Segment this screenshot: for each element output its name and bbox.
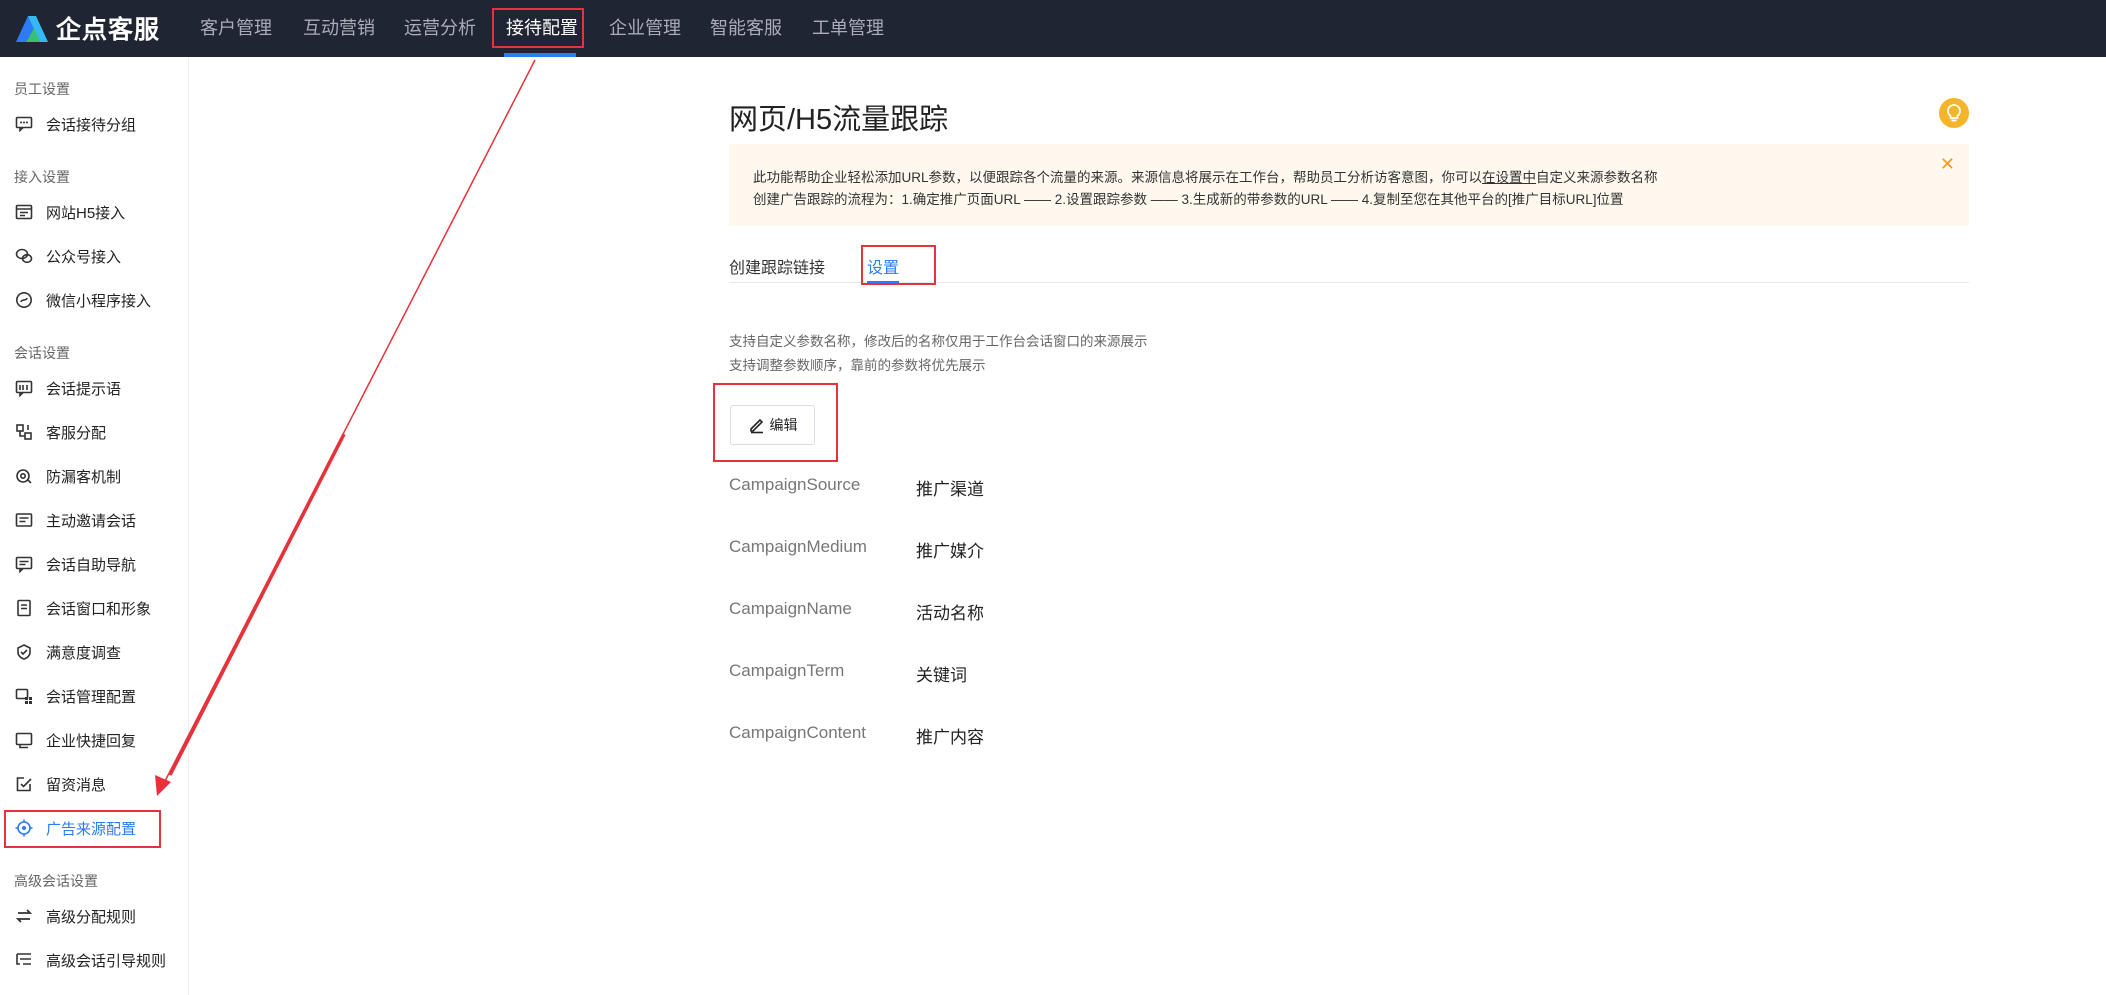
window-icon: [14, 598, 34, 618]
sidebar-item-label: 会话自助导航: [46, 556, 137, 574]
sidebar-item-label: 会话窗口和形象: [46, 600, 152, 618]
sidebar-item-quick-reply[interactable]: 企业快捷回复: [0, 722, 189, 758]
sidebar-item-label: 主动邀请会话: [46, 512, 137, 530]
sidebar-item-label: 会话管理配置: [46, 688, 137, 706]
group-title-staff: 员工设置: [14, 81, 70, 97]
quick-reply-icon: [14, 730, 34, 750]
annotation-box-nav: [492, 8, 584, 48]
settings-description-1: 支持自定义参数名称，修改后的名称仅用于工作台会话窗口的来源展示: [729, 334, 1148, 349]
sidebar-item-miniprogram[interactable]: 微信小程序接入: [0, 282, 189, 318]
param-key: CampaignTerm: [729, 661, 845, 680]
sidebar-item-label: 会话提示语: [46, 380, 122, 398]
sidebar-item-label: 高级分配规则: [46, 908, 137, 926]
sidebar-item-advanced-distribution[interactable]: 高级分配规则: [0, 898, 189, 934]
sidebar: 员工设置 会话接待分组 接入设置 网站H5接入 公众号接入 微信小程序接入 会话…: [0, 57, 189, 995]
nav-ticket-management[interactable]: 工单管理: [812, 0, 884, 57]
notice-line-1: 此功能帮助企业轻松添加URL参数，以便跟踪各个流量的来源。来源信息将展示在工作台…: [753, 166, 1658, 186]
tab-create-tracking-link[interactable]: 创建跟踪链接: [729, 254, 825, 278]
sidebar-item-self-navigation[interactable]: 会话自助导航: [0, 546, 189, 582]
sidebar-item-guard[interactable]: 防漏客机制: [0, 458, 189, 494]
nav-enterprise-management[interactable]: 企业管理: [609, 0, 681, 57]
sidebar-item-lead-message[interactable]: 留资消息: [0, 766, 189, 802]
nav-interactive-marketing[interactable]: 互动营销: [303, 0, 375, 57]
param-key: CampaignName: [729, 599, 852, 618]
chat-group-icon: [14, 114, 34, 134]
survey-icon: [14, 642, 34, 662]
annotation-box-sidebar: [4, 810, 161, 848]
guard-icon: [14, 466, 34, 486]
nav-smart-service[interactable]: 智能客服: [710, 0, 782, 57]
swap-icon: [14, 906, 34, 926]
sidebar-item-survey[interactable]: 满意度调查: [0, 634, 189, 670]
notice-text: 此功能帮助企业轻松添加URL参数，以便跟踪各个流量的来源。来源信息将展示在工作台…: [753, 170, 1483, 185]
top-navigation-bar: 企点客服 客户管理 互动营销 运营分析 接待配置 企业管理 智能客服 工单管理: [0, 0, 2106, 57]
active-nav-indicator: [504, 53, 576, 57]
sidebar-item-advanced-guide[interactable]: 高级会话引导规则: [0, 942, 189, 978]
app-logo[interactable]: 企点客服: [14, 12, 160, 44]
sidebar-item-label: 留资消息: [46, 776, 107, 794]
annotation-box-edit: [713, 383, 838, 462]
group-title-access: 接入设置: [14, 169, 70, 185]
message-icon: [14, 774, 34, 794]
sidebar-item-distribute[interactable]: 客服分配: [0, 414, 189, 450]
invite-icon: [14, 510, 34, 530]
sidebar-item-label: 防漏客机制: [46, 468, 122, 486]
prompt-icon: [14, 378, 34, 398]
group-title-session: 会话设置: [14, 345, 70, 361]
param-value: 推广渠道: [916, 480, 984, 499]
lightbulb-icon[interactable]: [1939, 98, 1969, 128]
notice-text: 自定义来源参数名称: [1536, 170, 1658, 185]
web-icon: [14, 202, 34, 222]
nav-customer-management[interactable]: 客户管理: [200, 0, 272, 57]
settings-link[interactable]: 在设置中: [1482, 170, 1536, 185]
sidebar-item-label: 公众号接入: [46, 248, 122, 266]
param-value: 推广内容: [916, 728, 984, 747]
param-key: CampaignSource: [729, 475, 861, 494]
sidebar-item-label: 客服分配: [46, 424, 107, 442]
sidebar-item-web-h5[interactable]: 网站H5接入: [0, 194, 189, 230]
app-name: 企点客服: [56, 16, 161, 44]
guide-icon: [14, 950, 34, 970]
sidebar-item-label: 企业快捷回复: [46, 732, 137, 750]
wechat-icon: [14, 246, 34, 266]
sidebar-item-label: 网站H5接入: [46, 204, 126, 222]
notice-banner: 此功能帮助企业轻松添加URL参数，以便跟踪各个流量的来源。来源信息将展示在工作台…: [729, 144, 1969, 226]
sidebar-item-label: 微信小程序接入: [46, 292, 152, 310]
param-key: CampaignMedium: [729, 537, 867, 556]
sidebar-item-wechat-official[interactable]: 公众号接入: [0, 238, 189, 274]
page-title: 网页/H5流量跟踪: [729, 104, 949, 136]
param-value: 关键词: [916, 666, 967, 685]
sidebar-item-chat-group[interactable]: 会话接待分组: [0, 106, 189, 142]
group-title-advanced: 高级会话设置: [14, 873, 98, 889]
sidebar-item-session-config[interactable]: 会话管理配置: [0, 678, 189, 714]
param-value: 活动名称: [916, 604, 984, 623]
sidebar-item-window-style[interactable]: 会话窗口和形象: [0, 590, 189, 626]
logo-icon: [16, 16, 48, 42]
close-icon[interactable]: ✕: [1940, 154, 1955, 175]
notice-line-2: 创建广告跟踪的流程为：1.确定推广页面URL —— 2.设置跟踪参数 —— 3.…: [753, 192, 1624, 207]
annotation-box-tab: [861, 245, 936, 285]
navigation-icon: [14, 554, 34, 574]
sidebar-item-prompt[interactable]: 会话提示语: [0, 370, 189, 406]
param-value: 推广媒介: [916, 542, 984, 561]
sidebar-item-label: 满意度调查: [46, 644, 122, 662]
config-icon: [14, 686, 34, 706]
sidebar-item-invite[interactable]: 主动邀请会话: [0, 502, 189, 538]
distribute-icon: [14, 422, 34, 442]
settings-description-2: 支持调整参数顺序，靠前的参数将优先展示: [729, 358, 986, 373]
miniprogram-icon: [14, 290, 34, 310]
param-key: CampaignContent: [729, 723, 867, 742]
sidebar-item-label: 会话接待分组: [46, 116, 137, 134]
sidebar-item-label: 高级会话引导规则: [46, 952, 167, 970]
nav-operation-analysis[interactable]: 运营分析: [404, 0, 476, 57]
